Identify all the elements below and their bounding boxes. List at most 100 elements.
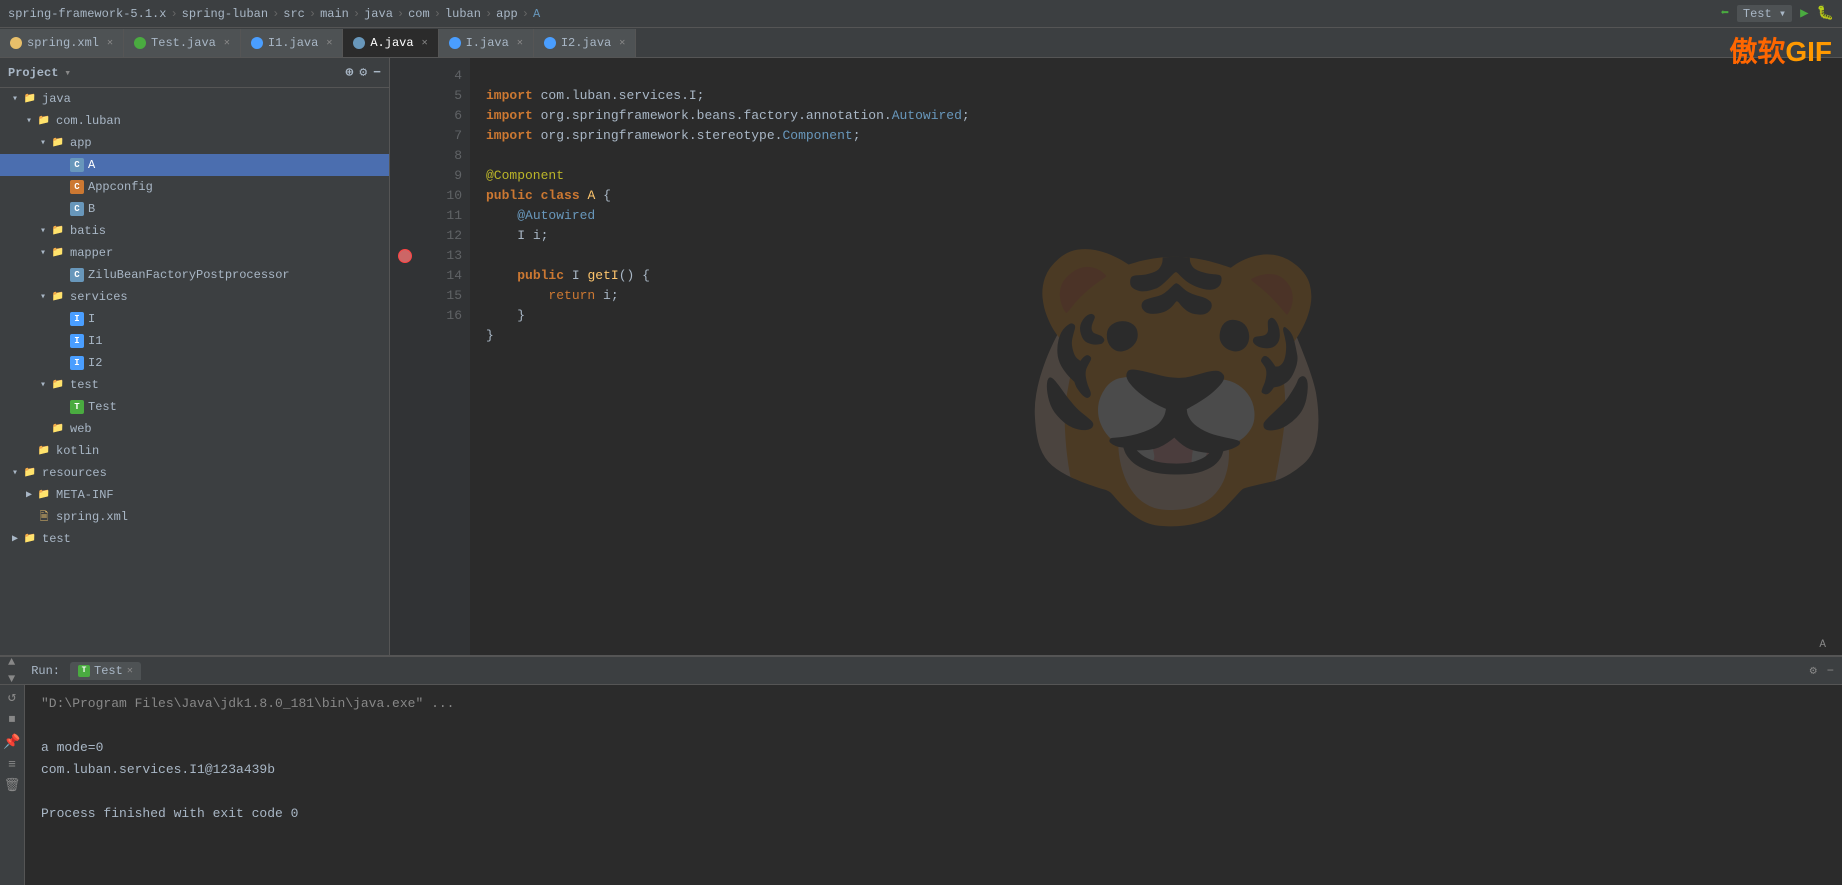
trash-icon[interactable]: 🗑 xyxy=(4,778,21,793)
tree-item-label: ZiluBeanFactoryPostprocessor xyxy=(88,268,389,282)
settings-icon[interactable]: ⚙ xyxy=(1810,663,1817,678)
breakpoint-icon[interactable] xyxy=(398,249,412,263)
tree-item-label: A xyxy=(88,158,389,172)
sidebar-title: Project xyxy=(8,66,58,80)
close-icon[interactable]: ✕ xyxy=(224,37,230,49)
current-file-label: A xyxy=(1819,639,1826,651)
code-line-6: import org.springframework.stereotype.Co… xyxy=(486,128,861,143)
code-line-13: public I getI() { xyxy=(486,268,650,283)
code-line-7 xyxy=(486,148,494,163)
gutter-7 xyxy=(390,126,420,146)
pin-icon[interactable]: 📌 xyxy=(3,734,20,751)
navigate-back-icon[interactable]: ⬅ xyxy=(1720,5,1728,22)
wrap-icon[interactable]: ≡ xyxy=(8,757,16,772)
tree-item-services[interactable]: ▾ 📁 services xyxy=(0,286,389,308)
tree-item-web[interactable]: 📁 web xyxy=(0,418,389,440)
tree-arrow: ▶ xyxy=(8,533,22,545)
tree-item-label: mapper xyxy=(70,246,389,260)
tree-item-meta-inf[interactable]: ▶ 📁 META-INF xyxy=(0,484,389,506)
close-icon[interactable]: ✕ xyxy=(619,37,625,49)
run-label: Run: xyxy=(31,664,60,678)
test-run-dropdown[interactable]: Test ▾ xyxy=(1737,5,1792,22)
watermark-text2: GIF xyxy=(1785,36,1832,67)
tree-item-I2[interactable]: I I2 xyxy=(0,352,389,374)
close-icon[interactable]: ✕ xyxy=(517,37,523,49)
editor-area: 🐯 4 xyxy=(390,58,1842,655)
breadcrumb-item[interactable]: luban xyxy=(445,7,481,21)
tree-item-com-luban[interactable]: ▾ 📁 com.luban xyxy=(0,110,389,132)
scroll-down-icon[interactable]: ▼ xyxy=(8,672,15,686)
tree-arrow: ▾ xyxy=(22,115,36,127)
tree-item-batis[interactable]: ▾ 📁 batis xyxy=(0,220,389,242)
tree-item-zilu[interactable]: C ZiluBeanFactoryPostprocessor xyxy=(0,264,389,286)
run-icon[interactable]: ▶ xyxy=(1800,5,1808,22)
gutter-14 xyxy=(390,266,420,286)
tab-a-java[interactable]: A.java ✕ xyxy=(343,29,438,57)
debug-icon[interactable]: 🐛 xyxy=(1817,5,1834,22)
console-line-blank xyxy=(41,715,1826,737)
folder-icon: 📁 xyxy=(36,113,52,129)
tab-i1-java[interactable]: I1.java ✕ xyxy=(241,29,343,57)
tree-item-label: java xyxy=(42,92,389,106)
tab-test-java[interactable]: Test.java ✕ xyxy=(124,29,241,57)
tree-item-spring-xml[interactable]: 🗎 spring.xml xyxy=(0,506,389,528)
code-container[interactable]: 4 5 6 7 8 9 10 11 12 13 14 15 16 import … xyxy=(390,58,1842,655)
tree-item-Test[interactable]: T Test xyxy=(0,396,389,418)
scroll-up-icon[interactable]: ▲ xyxy=(8,655,15,669)
rerun-icon[interactable]: ↺ xyxy=(8,689,16,706)
tree-item-I1[interactable]: I I1 xyxy=(0,330,389,352)
tree-arrow: ▾ xyxy=(8,93,22,105)
tree-item-B[interactable]: C B xyxy=(0,198,389,220)
breadcrumb-item[interactable]: spring-luban xyxy=(182,7,268,21)
project-dropdown-arrow[interactable]: ▾ xyxy=(64,66,71,80)
code-line-12 xyxy=(486,248,494,263)
breadcrumb-item[interactable]: src xyxy=(283,7,305,21)
tab-spring-xml[interactable]: spring.xml ✕ xyxy=(0,29,124,57)
close-icon[interactable]: ✕ xyxy=(107,37,113,49)
line-num-4: 4 xyxy=(428,66,462,86)
run-tab-test[interactable]: T Test ✕ xyxy=(70,662,141,680)
close-icon[interactable]: ✕ xyxy=(127,665,133,677)
tree-item-mapper[interactable]: ▾ 📁 mapper xyxy=(0,242,389,264)
class-icon: C xyxy=(70,268,84,282)
class-icon: C xyxy=(70,202,84,216)
tree-item-resources[interactable]: ▾ 📁 resources xyxy=(0,462,389,484)
breadcrumb-item[interactable]: app xyxy=(496,7,518,21)
tree-item-I[interactable]: I I xyxy=(0,308,389,330)
sync-icon[interactable]: ⊕ xyxy=(346,65,354,80)
tree-item-java[interactable]: ▾ 📁 java xyxy=(0,88,389,110)
breadcrumb-sep: › xyxy=(434,7,441,21)
folder-icon: 📁 xyxy=(36,487,52,503)
breadcrumb-item[interactable]: spring-framework-5.1.x xyxy=(8,7,166,21)
tab-i-java[interactable]: I.java ✕ xyxy=(439,29,534,57)
tree-item-A[interactable]: C A xyxy=(0,154,389,176)
breadcrumb-item[interactable]: main xyxy=(320,7,349,21)
line-num-12: 12 xyxy=(428,226,462,246)
watermark-text1: 傲软 xyxy=(1729,36,1785,67)
breadcrumb-item[interactable]: com xyxy=(408,7,430,21)
console-output[interactable]: "D:\Program Files\Java\jdk1.8.0_181\bin\… xyxy=(25,685,1842,885)
close-icon[interactable]: − xyxy=(1827,664,1834,678)
code-line-11: I i; xyxy=(486,228,548,243)
line-num-14: 14 xyxy=(428,266,462,286)
tree-item-app[interactable]: ▾ 📁 app xyxy=(0,132,389,154)
collapse-icon[interactable]: − xyxy=(373,65,381,80)
tree-item-kotlin[interactable]: 📁 kotlin xyxy=(0,440,389,462)
tree-item-appconfig[interactable]: C Appconfig xyxy=(0,176,389,198)
folder-icon: 📁 xyxy=(50,135,66,151)
folder-icon: 📁 xyxy=(50,289,66,305)
settings-icon[interactable]: ⚙ xyxy=(359,65,367,80)
tab-label: I2.java xyxy=(561,36,611,50)
tree-item-test-folder[interactable]: ▾ 📁 test xyxy=(0,374,389,396)
stop-icon[interactable]: ⏹ xyxy=(9,712,16,728)
code-editor[interactable]: import com.luban.services.I; import org.… xyxy=(470,58,1842,655)
tree-item-label: services xyxy=(70,290,389,304)
tree-item-label: I2 xyxy=(88,356,389,370)
close-icon[interactable]: ✕ xyxy=(422,37,428,49)
close-icon[interactable]: ✕ xyxy=(326,37,332,49)
tab-i2-java[interactable]: I2.java ✕ xyxy=(534,29,636,57)
tab-icon-class xyxy=(353,37,365,49)
tree-item-test-root[interactable]: ▶ 📁 test xyxy=(0,528,389,550)
tree-item-label: com.luban xyxy=(56,114,389,128)
breadcrumb-item[interactable]: java xyxy=(364,7,393,21)
